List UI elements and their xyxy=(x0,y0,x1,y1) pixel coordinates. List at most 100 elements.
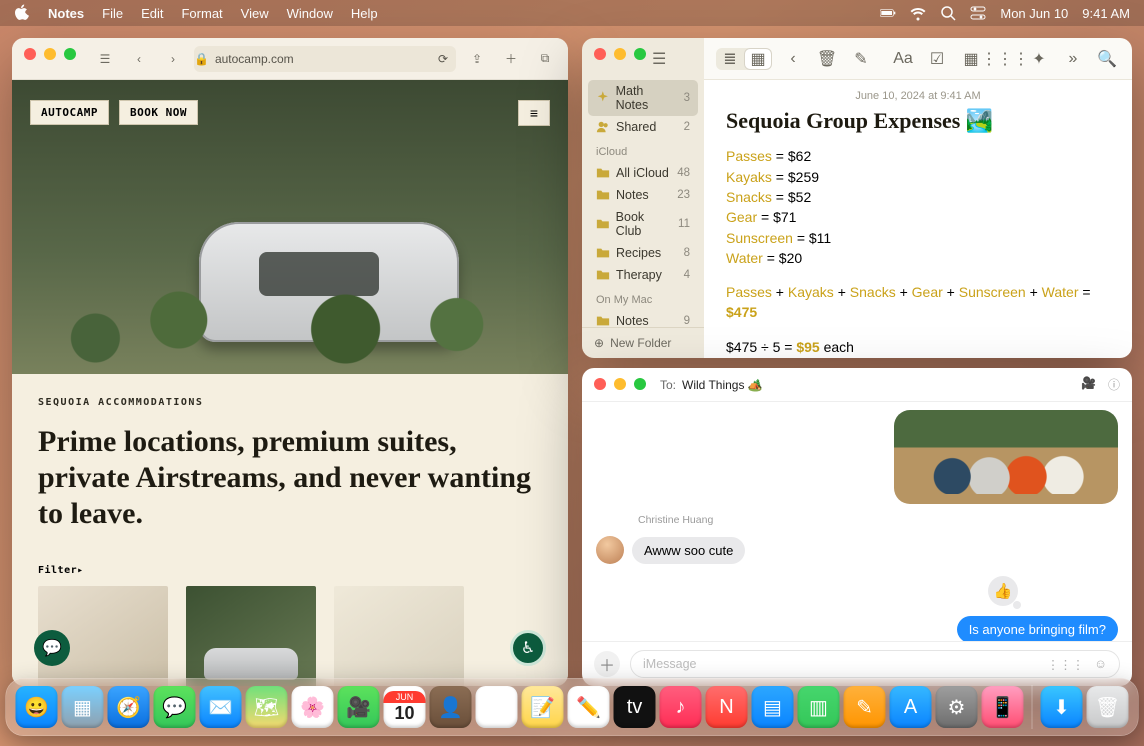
spotlight-icon[interactable] xyxy=(940,5,956,21)
link-icon[interactable]: ✦ xyxy=(1026,46,1052,72)
accommodation-thumb-2[interactable] xyxy=(186,586,316,686)
emoji-picker-icon[interactable]: ☺ xyxy=(1094,657,1107,672)
sidebar-item-therapy[interactable]: Therapy 4 xyxy=(588,264,698,286)
dock-system-settings[interactable]: ⚙ xyxy=(936,686,978,728)
menu-date[interactable]: Mon Jun 10 xyxy=(1000,6,1068,21)
text-format-icon[interactable]: Aa xyxy=(890,46,916,72)
dock-contacts[interactable]: 👤 xyxy=(430,686,472,728)
messages-zoom-button[interactable] xyxy=(634,378,646,390)
dock-photos[interactable]: 🌸 xyxy=(292,686,334,728)
safari-close-button[interactable] xyxy=(24,48,36,60)
dock-freeform[interactable]: ✏️ xyxy=(568,686,610,728)
facetime-icon[interactable]: 🎥 xyxy=(1081,376,1096,393)
accessibility-fab[interactable]: ♿︎ xyxy=(510,630,546,666)
trash-icon[interactable]: 🗑 xyxy=(814,46,840,72)
menu-view[interactable]: View xyxy=(241,6,269,21)
notes-close-button[interactable] xyxy=(594,48,606,60)
sidebar-item-icloud-notes[interactable]: Notes 23 xyxy=(588,184,698,206)
menu-edit[interactable]: Edit xyxy=(141,6,163,21)
dock-safari[interactable]: 🧭 xyxy=(108,686,150,728)
site-menu-button[interactable]: ≡ xyxy=(518,100,550,126)
dock-downloads[interactable]: ⬇ xyxy=(1041,686,1083,728)
dock-music[interactable]: ♪ xyxy=(660,686,702,728)
dock-tv[interactable]: tv xyxy=(614,686,656,728)
menu-help[interactable]: Help xyxy=(351,6,378,21)
apple-menu[interactable] xyxy=(14,4,30,23)
dock-reminders[interactable]: ☰ xyxy=(476,686,518,728)
dock-notes[interactable]: 📝 xyxy=(522,686,564,728)
checklist-icon[interactable]: ☑ xyxy=(924,46,950,72)
share-icon[interactable]: ⇪ xyxy=(464,46,490,72)
dock-news[interactable]: N xyxy=(706,686,748,728)
dock-iphone-mirroring[interactable]: 📱 xyxy=(982,686,1024,728)
apps-plus-button[interactable]: ＋ xyxy=(594,651,620,677)
audio-wave-icon[interactable]: ⋮⋮⋮ xyxy=(1047,657,1085,672)
incoming-bubble[interactable]: Awww soo cute xyxy=(632,537,745,564)
compose-icon[interactable]: ✎ xyxy=(848,46,874,72)
dock-appstore[interactable]: A xyxy=(890,686,932,728)
safari-minimize-button[interactable] xyxy=(44,48,56,60)
sidebar-item-math-notes[interactable]: Math Notes 3 xyxy=(588,80,698,116)
messages-minimize-button[interactable] xyxy=(614,378,626,390)
search-icon[interactable]: 🔍 xyxy=(1094,46,1120,72)
notes-zoom-button[interactable] xyxy=(634,48,646,60)
dock-finder[interactable]: 😀 xyxy=(16,686,58,728)
gallery-view-icon[interactable]: ▦ xyxy=(744,48,772,70)
notes-sidebar-toggle-icon[interactable]: ☰ xyxy=(652,49,666,69)
messages-close-button[interactable] xyxy=(594,378,606,390)
sidebar-item-recipes[interactable]: Recipes 8 xyxy=(588,242,698,264)
dock-keynote[interactable]: ▤ xyxy=(752,686,794,728)
dock-launchpad[interactable]: ▦ xyxy=(62,686,104,728)
messages-thread[interactable]: Christine Huang Awww soo cute 👍 Is anyon… xyxy=(582,402,1132,641)
dock-facetime[interactable]: 🎥 xyxy=(338,686,380,728)
avatar[interactable] xyxy=(596,536,624,564)
dock-calendar[interactable]: JUN 10 xyxy=(384,686,426,728)
message-input[interactable]: iMessage ⋮⋮⋮ ☺ xyxy=(630,650,1120,678)
list-view-icon[interactable]: ≣ xyxy=(716,48,744,70)
new-folder-button[interactable]: ⊕ New Folder xyxy=(582,327,704,358)
notes-minimize-button[interactable] xyxy=(614,48,626,60)
menu-time[interactable]: 9:41 AM xyxy=(1082,6,1130,21)
battery-icon[interactable] xyxy=(880,5,896,21)
view-mode-segment[interactable]: ≣ ▦ xyxy=(716,48,772,70)
control-center-icon[interactable] xyxy=(970,5,986,21)
outgoing-bubble[interactable]: Is anyone bringing film? xyxy=(957,616,1118,641)
sender-name: Christine Huang xyxy=(638,514,1118,526)
safari-zoom-button[interactable] xyxy=(64,48,76,60)
sidebar-item-local-notes[interactable]: Notes 9 xyxy=(588,310,698,327)
book-now-button[interactable]: BOOK NOW xyxy=(119,100,198,125)
dock-numbers[interactable]: ▥ xyxy=(798,686,840,728)
wifi-icon[interactable] xyxy=(910,5,926,21)
dock-trash[interactable]: 🗑 xyxy=(1087,686,1129,728)
dock-pages[interactable]: ✎ xyxy=(844,686,886,728)
filter-button[interactable]: Filter▸ xyxy=(38,566,542,576)
menu-window[interactable]: Window xyxy=(287,6,333,21)
new-tab-icon[interactable]: ＋ xyxy=(498,46,524,72)
note-body[interactable]: June 10, 2024 at 9:41 AM Sequoia Group E… xyxy=(704,80,1132,358)
back-button[interactable]: ‹ xyxy=(126,46,152,72)
audio-icon[interactable]: ⋮⋮⋮ xyxy=(992,46,1018,72)
dock-messages[interactable]: 💬 xyxy=(154,686,196,728)
sidebar-item-shared[interactable]: Shared 2 xyxy=(588,116,698,138)
incoming-photo-message[interactable] xyxy=(894,410,1118,504)
accommodation-thumb-3[interactable] xyxy=(334,586,464,686)
menu-file[interactable]: File xyxy=(102,6,123,21)
chat-fab[interactable]: 💬 xyxy=(34,630,70,666)
menu-format[interactable]: Format xyxy=(181,6,222,21)
info-icon[interactable]: ⓘ xyxy=(1108,376,1120,393)
tabs-icon[interactable]: ⧉ xyxy=(532,46,558,72)
nav-back-icon[interactable]: ‹ xyxy=(780,46,806,72)
more-icon[interactable]: » xyxy=(1060,46,1086,72)
dock-maps[interactable]: 🗺 xyxy=(246,686,288,728)
logo-chip[interactable]: AUTOCAMP xyxy=(30,100,109,125)
address-bar[interactable]: 🔒 autocamp.com ⟳ xyxy=(194,46,456,72)
sidebar-item-book-club[interactable]: Book Club 11 xyxy=(588,206,698,242)
sidebar-toggle-icon[interactable]: ☰ xyxy=(92,46,118,72)
dock-mail[interactable]: ✉️ xyxy=(200,686,242,728)
reload-icon[interactable]: ⟳ xyxy=(438,52,448,66)
forward-button[interactable]: › xyxy=(160,46,186,72)
sidebar-item-all-icloud[interactable]: All iCloud 48 xyxy=(588,162,698,184)
app-name[interactable]: Notes xyxy=(48,6,84,21)
to-value[interactable]: Wild Things 🏕️ xyxy=(682,378,763,392)
tapback-thumbs-up[interactable]: 👍 xyxy=(988,576,1018,606)
